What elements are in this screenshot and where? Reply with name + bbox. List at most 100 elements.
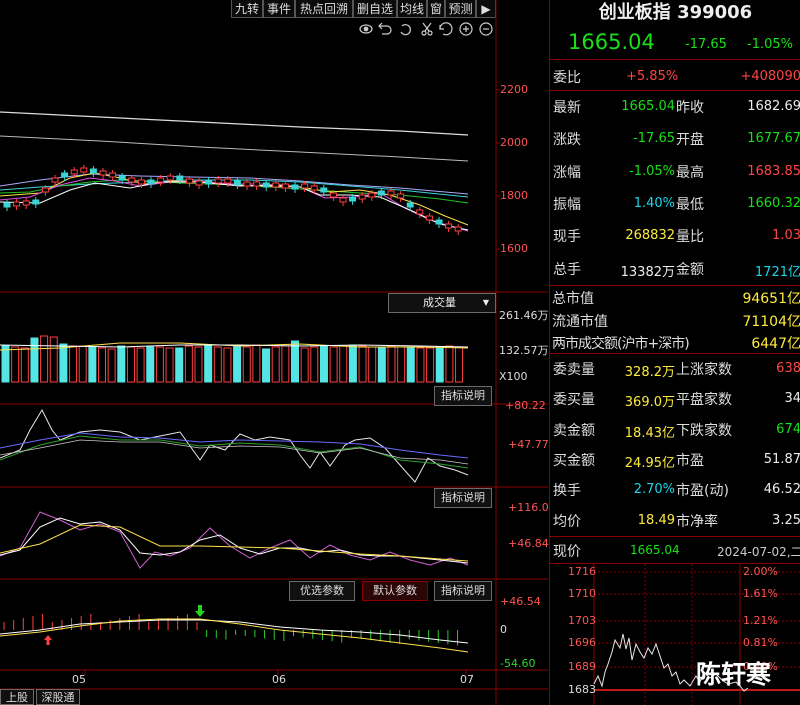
- zoom-out-icon: [479, 22, 493, 36]
- stat-a-value: -1.05%: [629, 163, 675, 179]
- volume-bar: [329, 346, 338, 383]
- candle: [291, 184, 299, 190]
- candle: [80, 167, 88, 173]
- volume-bar: [271, 346, 280, 383]
- ind1-label: +47.77: [508, 438, 549, 451]
- stat-b-value: 328.2万: [624, 365, 675, 380]
- vol-label: 132.57万: [499, 344, 549, 357]
- volume-bar: [233, 345, 242, 383]
- stat-b-value: 369.0万: [624, 395, 675, 411]
- volume-bar: [49, 336, 58, 383]
- weibi-value: +5.85%: [626, 69, 679, 84]
- stat-b-value: 2.70%: [633, 482, 675, 498]
- mini-pct-label: 1.61%: [743, 587, 778, 600]
- volume-bar: [455, 346, 464, 383]
- volume-bar: [69, 345, 78, 383]
- candle: [320, 187, 328, 193]
- candle: [166, 175, 174, 181]
- vol-label: X100: [499, 370, 528, 383]
- stat-b-label: 买金额: [553, 452, 595, 469]
- scissors-icon: [421, 22, 433, 36]
- stat-a-label: 现手: [553, 229, 581, 246]
- tab-sz-connect[interactable]: 深股通: [36, 689, 80, 705]
- stat-a-row: 振幅 1.40% 最低 1660.32: [550, 188, 800, 220]
- stat-b-value: 34: [784, 391, 800, 407]
- now-label: 现价: [553, 544, 581, 560]
- stat-b-row: 均价 18.49 市净率 3.25: [550, 506, 800, 536]
- candle: [329, 192, 337, 198]
- stat-a-row: 现手 268832 量比 1.03: [550, 220, 800, 252]
- weibi-label: 委比: [553, 70, 581, 86]
- zoom-in-icon: [459, 22, 473, 36]
- volume-bar: [281, 345, 290, 383]
- eye-icon: [359, 24, 373, 34]
- candle: [99, 170, 107, 176]
- date-label: 07: [460, 673, 474, 686]
- volume-bar: [1, 345, 10, 383]
- price-label: 1600: [500, 242, 528, 255]
- refresh-icon: [439, 22, 453, 36]
- vol-label: 261.46万: [499, 309, 549, 322]
- volume-bar: [107, 348, 116, 383]
- candle: [233, 180, 241, 186]
- candle: [253, 181, 261, 187]
- stat-b-label: 卖金额: [553, 422, 595, 439]
- volume-bar: [165, 347, 174, 383]
- kline-chart-area[interactable]: 九转 事件 热点回溯 删自选 均线 窗 预测 ▶ 2200 2000 1800 …: [0, 0, 549, 705]
- stat-b-label: 市盈(动): [676, 483, 729, 500]
- candle: [157, 177, 165, 183]
- stat-b-label: 上涨家数: [676, 362, 732, 378]
- watermark-text: 陈轩寒: [696, 660, 772, 689]
- volume-bar: [40, 335, 49, 383]
- volume-bar: [223, 347, 232, 383]
- candle: [435, 219, 443, 225]
- quote-panel: 创业板指 399006 1665.04 -17.65 -1.05% 委比 +5.…: [549, 0, 800, 705]
- mini-price-label: 1710: [568, 587, 596, 600]
- price-label: 2200: [500, 83, 528, 96]
- tab-sh-connect[interactable]: 上股通: [0, 689, 34, 705]
- vol-indicator-button[interactable]: 指标说明: [434, 386, 492, 406]
- candle: [416, 209, 424, 215]
- mini-price-label: 1689: [568, 660, 596, 673]
- stat-a-label: 昨收: [676, 100, 704, 116]
- stat-b-value: 46.52: [763, 482, 800, 498]
- candle: [262, 182, 270, 188]
- price-change-pct: -1.05%: [747, 37, 793, 52]
- stat-b-row: 委买量 369.0万 平盘家数 34: [550, 384, 800, 414]
- volume-bar: [435, 346, 444, 383]
- ind3-label: -54.60: [500, 657, 536, 670]
- mini-price-label: 1716: [568, 565, 596, 578]
- candle: [224, 178, 232, 184]
- stat-a-value: 1682.69: [747, 99, 800, 114]
- candle: [70, 169, 78, 175]
- stat-a-label: 金额: [676, 261, 704, 278]
- stat-a-value: -17.65: [633, 131, 675, 147]
- float-mv-value: 71104亿: [742, 314, 800, 330]
- volume-bar: [348, 344, 357, 383]
- current-price: 1665.04: [568, 30, 655, 54]
- candle: [195, 180, 203, 186]
- volume-dropdown[interactable]: 成交量 ▼: [388, 293, 496, 313]
- candle: [89, 168, 97, 174]
- ind2-indicator-button[interactable]: 指标说明: [434, 581, 492, 601]
- mini-price-label: 1683: [568, 683, 596, 696]
- volume-bar: [194, 346, 203, 383]
- candle: [176, 175, 184, 181]
- stat-b-value: 674: [776, 421, 800, 437]
- candle: [454, 226, 462, 232]
- stat-b-value: 18.49: [637, 512, 675, 528]
- candle: [387, 190, 395, 196]
- candle: [445, 223, 453, 229]
- buy-signal-arrow: [44, 635, 52, 645]
- ind1-indicator-button[interactable]: 指标说明: [434, 488, 492, 508]
- two-market-value: 6447亿: [751, 336, 800, 352]
- default-params-button[interactable]: 默认参数: [362, 581, 428, 601]
- optimize-params-button[interactable]: 优选参数: [289, 581, 355, 601]
- volume-bar: [155, 346, 164, 383]
- stat-a-label: 涨幅: [553, 164, 581, 181]
- candle: [243, 181, 251, 187]
- stat-b-label: 下跌家数: [676, 422, 732, 439]
- candle: [368, 192, 376, 198]
- stat-a-value: 1660.32: [747, 195, 800, 211]
- price-label: 2000: [500, 136, 528, 149]
